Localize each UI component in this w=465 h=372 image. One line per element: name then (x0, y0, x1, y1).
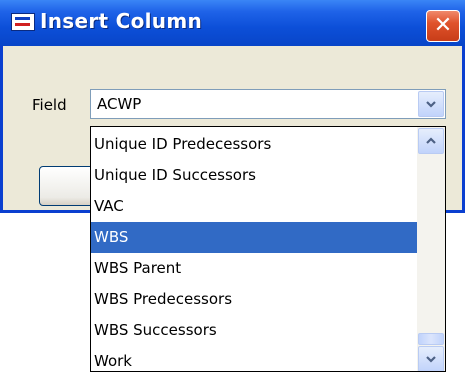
title-bar[interactable]: Insert Column ✕ (0, 0, 465, 46)
dropdown-scrollbar[interactable] (417, 127, 445, 371)
dropdown-option[interactable]: WBS Successors (91, 315, 417, 346)
dropdown-option[interactable]: Unique ID Predecessors (91, 129, 417, 160)
dropdown-option[interactable]: Unique ID Successors (91, 160, 417, 191)
field-combobox[interactable]: ACWP (90, 89, 446, 119)
dropdown-option[interactable]: WBS (91, 222, 417, 253)
scroll-thumb[interactable] (418, 333, 444, 345)
combobox-dropdown-button[interactable] (418, 91, 444, 117)
close-icon: ✕ (433, 13, 453, 38)
app-icon (11, 13, 35, 31)
dialog-title: Insert Column (40, 9, 203, 33)
field-dropdown-list[interactable]: Unique ID Predecessors Unique ID Successo… (90, 126, 446, 372)
dropdown-option[interactable]: Work (91, 346, 417, 371)
dropdown-option[interactable]: WBS Predecessors (91, 284, 417, 315)
chevron-down-icon (426, 356, 436, 363)
chevron-up-icon (426, 137, 436, 144)
chevron-down-icon (426, 101, 436, 108)
scroll-down-button[interactable] (418, 346, 444, 371)
scroll-up-button[interactable] (418, 128, 444, 154)
dropdown-option[interactable]: WBS Parent (91, 253, 417, 284)
dropdown-option[interactable]: VAC (91, 191, 417, 222)
field-combobox-value: ACWP (97, 95, 142, 113)
close-button[interactable]: ✕ (426, 10, 460, 42)
field-label: Field (32, 96, 67, 114)
